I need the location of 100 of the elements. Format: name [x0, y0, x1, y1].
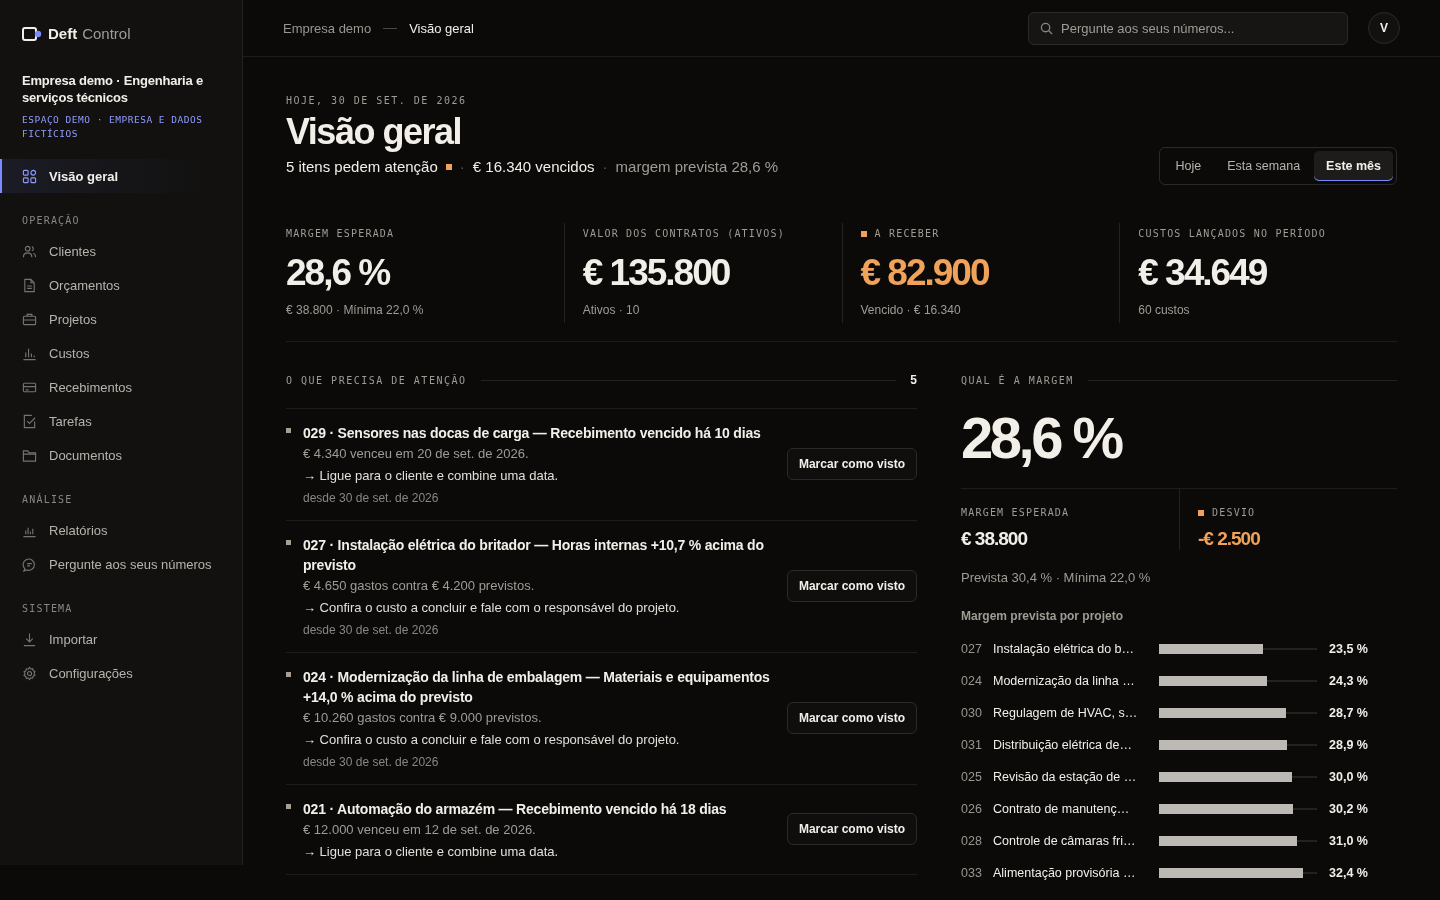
margin-value: 28,6 %: [961, 406, 1123, 470]
kpi-subtext: Ativos · 10: [582, 303, 641, 317]
project-name: Controle de câmaras fri…: [993, 834, 1137, 848]
task-icon: [22, 413, 37, 429]
item-title: 024 · Modernização da linha de embalagem — Materiais e equipamentos +14,0 % acima do previsto: [303, 668, 771, 707]
item-action: → Ligue para o cliente e combine uma data.: [303, 468, 560, 483]
project-code: 027: [961, 642, 983, 656]
item-action: → Ligue para o cliente e combine uma data.: [303, 844, 560, 859]
brand-name: Deft: [48, 25, 78, 42]
nav-item[interactable]: Importar: [0, 622, 242, 656]
project-name: Revisão da estação de …: [993, 770, 1138, 784]
project-name: Instalação elétrica do b…: [993, 642, 1136, 656]
item-detail: € 4.650 gastos contra € 4.200 previstos.: [303, 578, 536, 593]
bar-value: 24,3 %: [1329, 674, 1368, 688]
kpi-value: € 82.900: [860, 253, 990, 293]
period-tab[interactable]: Hoje: [1163, 151, 1214, 181]
project-name: Regulagem de HVAC, s…: [993, 706, 1139, 720]
stat-label: DESVIO: [1212, 507, 1256, 518]
item-title: 029 · Sensores nas docas de carga — Recebimento vencido há 10 dias: [303, 424, 762, 443]
chat-icon: [22, 556, 37, 572]
down-icon: [22, 631, 37, 647]
project-name: Alimentação provisória …: [993, 866, 1137, 880]
avatar-button[interactable]: V: [1368, 12, 1400, 44]
item-title: 021 · Automação do armazém — Recebimento vencido há 18 dias: [303, 800, 728, 819]
kpi-label: A RECEBER: [874, 228, 940, 239]
period-tab[interactable]: Esta semana: [1215, 151, 1313, 181]
nav-item[interactable]: Configurações: [0, 656, 242, 690]
mark-seen-button[interactable]: Marcar como visto: [786, 448, 917, 480]
mark-seen-button[interactable]: Marcar como visto: [786, 570, 917, 602]
project-code: 031: [961, 738, 983, 752]
item-detail: € 4.340 venceu em 20 de set. de 2026.: [303, 446, 530, 461]
item-detail: € 12.000 venceu em 12 de set. de 2026.: [303, 822, 537, 837]
bar-value: 23,5 %: [1329, 642, 1368, 656]
search-field[interactable]: Pergunte aos seus números...: [1028, 11, 1348, 45]
search-icon: [1040, 21, 1053, 35]
nav-item[interactable]: Tarefas: [0, 404, 242, 438]
nav-item[interactable]: Custos: [0, 336, 242, 370]
project-code: 026: [961, 802, 983, 816]
section-title: O QUE PRECISA DE ATENÇÃO: [286, 374, 467, 386]
nav-item[interactable]: Recebimentos: [0, 370, 242, 404]
project-code: 028: [961, 834, 983, 848]
doc-icon: [22, 277, 37, 293]
kpi-label: VALOR DOS CONTRATOS (ATIVOS): [582, 228, 785, 239]
page-title: Visão geral: [286, 112, 462, 152]
folder-icon: [22, 447, 37, 463]
nav-item[interactable]: Clientes: [0, 234, 242, 268]
bar-value: 31,0 %: [1329, 834, 1368, 848]
item-date: desde 30 de set. de 2026: [303, 491, 440, 505]
nav-item[interactable]: Orçamentos: [0, 268, 242, 302]
users-icon: [22, 243, 37, 259]
stat-value: € 38.800: [961, 528, 1029, 550]
bar-value: 28,7 %: [1329, 706, 1368, 720]
bullet-icon: [286, 804, 291, 809]
mark-seen-button[interactable]: Marcar como visto: [786, 813, 917, 845]
project-code: 030: [961, 706, 983, 720]
kpi-label: MARGEM ESPERADA: [286, 228, 395, 239]
margin-note: Prevista 30,4 % · Mínima 22,0 %: [961, 570, 1152, 585]
bullet-icon: [286, 540, 291, 545]
section-title: QUAL É A MARGEM: [961, 374, 1074, 386]
project-code: 024: [961, 674, 983, 688]
item-detail: € 10.260 gastos contra € 9.000 previstos.: [303, 710, 543, 725]
item-date: desde 30 de set. de 2026: [303, 755, 440, 769]
nav-item[interactable]: Pergunte aos seus números: [0, 547, 242, 581]
summary-text: margem prevista 28,6 %: [615, 158, 779, 175]
nav-item[interactable]: Relatórios: [0, 513, 242, 547]
section-label: ANÁLISE: [21, 494, 74, 505]
workspace-name: Empresa demo · Engenharia e serviços técnicos: [21, 72, 204, 106]
item-date: desde 30 de set. de 2026: [303, 623, 440, 637]
project-code: 025: [961, 770, 983, 784]
section-label: OPERAÇÃO: [21, 215, 81, 226]
nav-item[interactable]: Projetos: [0, 302, 242, 336]
kpi-value: € 135.800: [582, 253, 731, 293]
case-icon: [22, 311, 37, 327]
project-code: 033: [961, 866, 983, 880]
project-name: Distribuição elétrica de…: [993, 738, 1133, 752]
chart-title: Margem prevista por projeto: [961, 609, 1125, 623]
separator-dot: ·: [602, 158, 608, 175]
item-count: 5: [910, 373, 917, 387]
kpi-subtext: € 38.800 · Mínima 22,0 %: [286, 303, 425, 317]
item-action: → Confira o custo a concluir e fale com o responsável do projeto.: [303, 732, 681, 747]
summary-text: € 16.340 vencidos: [472, 158, 595, 175]
kpi-value: 28,6 %: [286, 253, 391, 293]
product-name: Control: [82, 25, 131, 42]
bar-value: 30,0 %: [1329, 770, 1368, 784]
nav-item[interactable]: Documentos: [0, 438, 242, 472]
gear-icon: [22, 665, 37, 681]
bar-value: 30,2 %: [1329, 802, 1368, 816]
bullet-icon: [286, 428, 291, 433]
item-action: → Confira o custo a concluir e fale com o responsável do projeto.: [303, 600, 681, 615]
kpi-subtext: 60 custos: [1138, 303, 1191, 317]
stat-value: -€ 2.500: [1198, 528, 1261, 550]
project-name: Contrato de manutenç…: [993, 802, 1131, 816]
workspace-tag: ESPAÇO DEMO · EMPRESA E DADOS FICTÍCIOS: [0, 113, 242, 141]
breadcrumb-link[interactable]: Empresa demo: [283, 20, 372, 36]
breadcrumb-current: Visão geral: [409, 20, 474, 36]
period-tab[interactable]: Este mês: [1314, 151, 1393, 181]
kpi-value: € 34.649: [1138, 253, 1268, 293]
separator-dot: ·: [459, 158, 465, 175]
bar-value: 28,9 %: [1329, 738, 1368, 752]
mark-seen-button[interactable]: Marcar como visto: [786, 702, 917, 734]
